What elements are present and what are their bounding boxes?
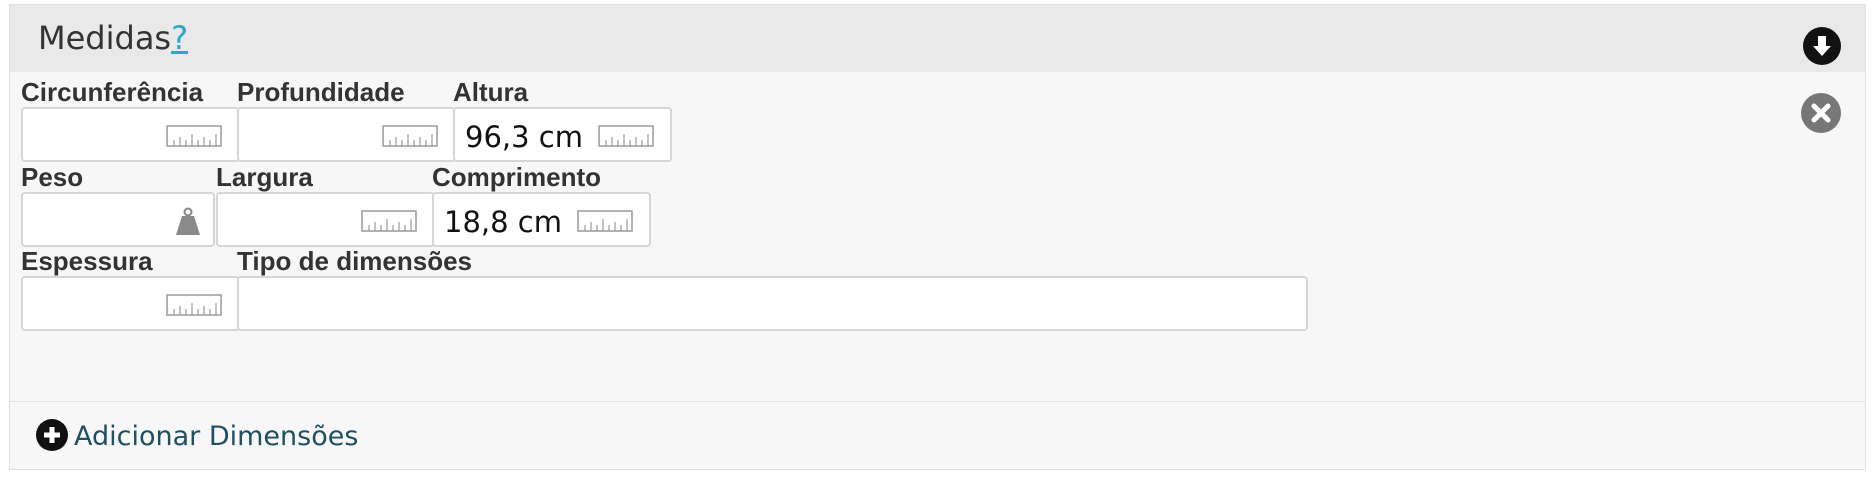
- ruler-icon: [166, 294, 222, 316]
- arrow-down-circle-icon[interactable]: [1803, 27, 1841, 65]
- ruler-icon: [577, 210, 633, 232]
- peso-input[interactable]: [21, 192, 215, 247]
- profundidade-input[interactable]: [237, 107, 456, 162]
- panel-title: Medidas?: [38, 19, 188, 57]
- panel-title-text: Medidas: [38, 19, 172, 57]
- comprimento-input[interactable]: 18,8 cm: [432, 192, 651, 247]
- ruler-icon: [598, 125, 654, 147]
- largura-input[interactable]: [216, 192, 435, 247]
- espessura-label: Espessura: [21, 246, 153, 276]
- close-circle-icon[interactable]: [1801, 93, 1841, 133]
- comprimento-value: 18,8 cm: [444, 205, 562, 239]
- profundidade-label: Profundidade: [237, 77, 405, 107]
- tipo-dimensoes-input[interactable]: [237, 276, 1308, 331]
- ruler-icon: [382, 125, 438, 147]
- largura-label: Largura: [216, 162, 313, 192]
- altura-input[interactable]: 96,3 cm: [453, 107, 672, 162]
- add-dimensions-label: Adicionar Dimensões: [74, 421, 359, 452]
- ruler-icon: [361, 210, 417, 232]
- panel-header: Medidas?: [10, 5, 1865, 72]
- tipo-dimensoes-label: Tipo de dimensões: [237, 246, 473, 276]
- circunferencia-label: Circunferência: [21, 77, 204, 107]
- peso-label: Peso: [21, 162, 84, 192]
- medidas-panel: Medidas? Circunferência Profundidade Alt…: [9, 4, 1866, 470]
- help-link[interactable]: ?: [171, 19, 188, 57]
- circunferencia-input[interactable]: [21, 107, 240, 162]
- ruler-icon: [166, 125, 222, 147]
- altura-label: Altura: [453, 77, 529, 107]
- plus-circle-icon: [36, 419, 68, 451]
- footer-divider: [10, 401, 1865, 402]
- altura-value: 96,3 cm: [465, 120, 583, 154]
- comprimento-label: Comprimento: [432, 162, 601, 192]
- espessura-input[interactable]: [21, 276, 240, 331]
- weight-icon: [176, 207, 200, 235]
